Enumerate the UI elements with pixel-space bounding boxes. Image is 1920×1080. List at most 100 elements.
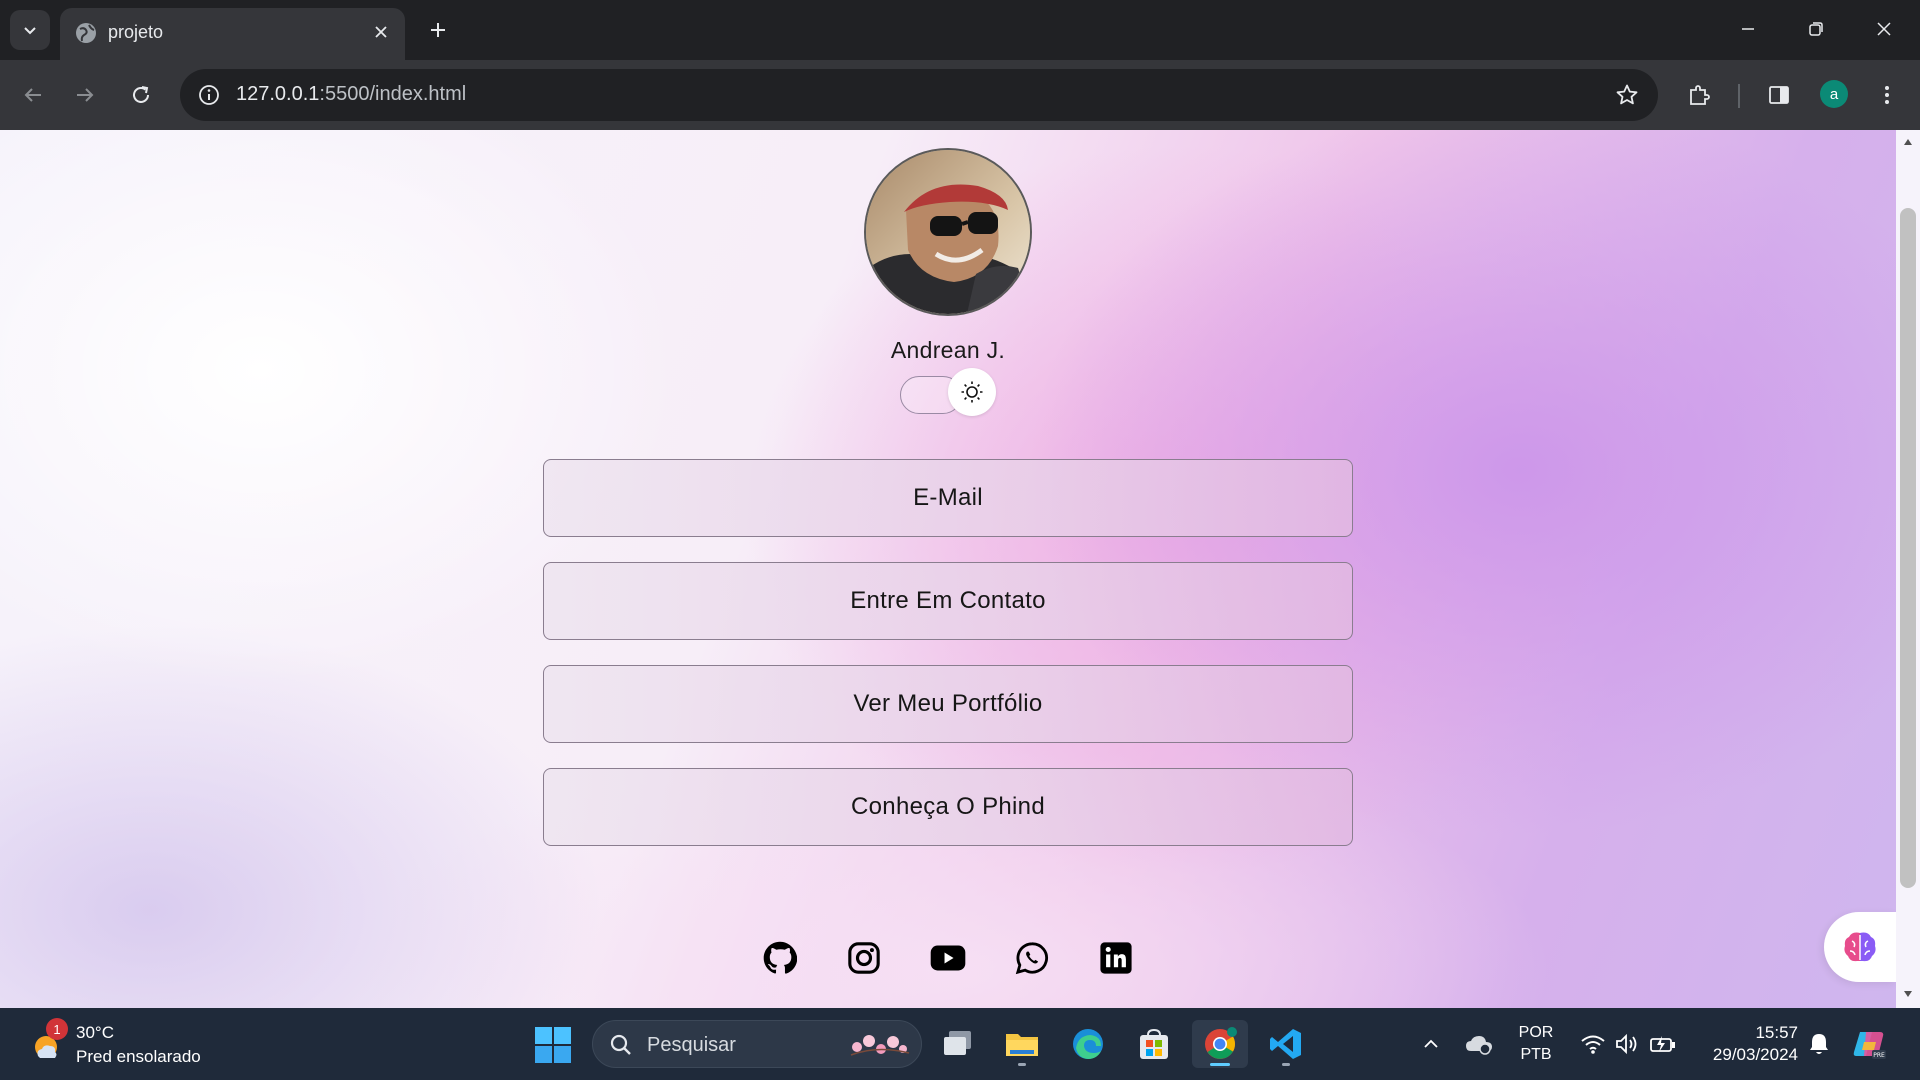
windows-start-icon[interactable] xyxy=(534,1026,572,1064)
url-text[interactable]: 127.0.0.1:5500/index.html xyxy=(236,83,466,106)
app-indicator-active xyxy=(1210,1063,1230,1066)
chevron-up-icon xyxy=(1424,1039,1438,1048)
profile-avatar-button[interactable]: a xyxy=(1820,80,1848,108)
wifi-tray-icon[interactable] xyxy=(1576,1026,1610,1062)
extensions-button[interactable] xyxy=(1678,74,1720,116)
taskbar-chrome[interactable] xyxy=(1192,1020,1248,1068)
language-code: POR xyxy=(1518,1024,1554,1041)
chevron-down-icon xyxy=(24,27,36,35)
youtube-link[interactable] xyxy=(930,940,966,976)
bell-icon xyxy=(1810,1034,1828,1054)
triangle-down-icon xyxy=(1904,991,1912,997)
taskbar-file-explorer[interactable] xyxy=(994,1020,1050,1068)
address-bar[interactable]: 127.0.0.1:5500/index.html xyxy=(180,69,1658,121)
info-icon xyxy=(199,85,219,105)
back-button[interactable] xyxy=(12,74,54,116)
scroll-up-arrow[interactable] xyxy=(1902,136,1914,148)
search-placeholder: Pesquisar xyxy=(647,1034,736,1056)
close-window-button[interactable] xyxy=(1850,0,1918,58)
minimize-icon xyxy=(1742,28,1754,30)
reload-button[interactable] xyxy=(120,74,162,116)
instagram-link[interactable] xyxy=(846,940,882,976)
app-indicator xyxy=(1018,1063,1026,1066)
copilot-button[interactable]: PRE xyxy=(1852,1026,1886,1062)
notifications-button[interactable] xyxy=(1802,1026,1836,1062)
volume-tray-icon[interactable] xyxy=(1610,1026,1644,1062)
taskbar-edge[interactable] xyxy=(1060,1020,1116,1068)
close-icon xyxy=(1877,22,1891,36)
show-hidden-icons-button[interactable] xyxy=(1414,1026,1448,1062)
youtube-icon xyxy=(930,945,966,971)
windows-taskbar: 1 30°C Pred ensolarado Pesquisar POR PTB… xyxy=(0,1008,1920,1080)
brain-icon xyxy=(1844,932,1876,962)
side-panel-button[interactable] xyxy=(1758,74,1800,116)
weather-notification-badge: 1 xyxy=(46,1018,68,1040)
portfolio-link-button[interactable]: Ver Meu Portfólio xyxy=(543,665,1353,743)
search-highlight-flowers-icon xyxy=(850,1035,910,1056)
instagram-icon xyxy=(848,942,880,974)
speaker-icon xyxy=(1616,1033,1637,1055)
taskbar-task-view[interactable] xyxy=(930,1020,986,1068)
arrow-left-icon xyxy=(24,88,41,102)
profile-photo-image xyxy=(866,150,1030,314)
cloud-icon xyxy=(1466,1036,1492,1055)
store-icon xyxy=(1140,1028,1168,1059)
scrollbar-thumb[interactable] xyxy=(1900,208,1916,888)
scroll-down-arrow[interactable] xyxy=(1902,988,1914,1000)
taskbar-search-input[interactable]: Pesquisar xyxy=(592,1020,922,1068)
site-info-button[interactable] xyxy=(192,78,226,112)
wifi-icon xyxy=(1581,1035,1605,1054)
page-viewport: Andrean J. E-Mail Entre Em Contato Ver M… xyxy=(0,130,1896,1008)
whatsapp-icon xyxy=(1015,942,1048,975)
tab-title: projeto xyxy=(108,22,164,42)
taskbar-microsoft-store[interactable] xyxy=(1126,1020,1182,1068)
github-link[interactable] xyxy=(762,940,798,976)
url-path: :5500/index.html xyxy=(319,83,467,105)
close-tab-button[interactable] xyxy=(367,18,395,46)
profile-photo xyxy=(864,148,1032,316)
puzzle-icon xyxy=(1690,85,1710,105)
taskbar-clock[interactable]: 15:57 29/03/2024 xyxy=(1698,1022,1798,1066)
plus-icon xyxy=(431,23,445,37)
copilot-icon: PRE xyxy=(1853,1032,1886,1059)
restore-icon xyxy=(1809,22,1823,36)
browser-tab[interactable]: projeto xyxy=(60,8,405,60)
clock-date: 29/03/2024 xyxy=(1712,1045,1798,1064)
linkedin-link[interactable] xyxy=(1098,940,1134,976)
weather-temperature: 30°C xyxy=(76,1023,114,1042)
sun-icon xyxy=(961,381,983,403)
linkedin-icon xyxy=(1100,942,1132,974)
task-view-icon xyxy=(944,1031,971,1055)
profile-name: Andrean J. xyxy=(890,337,1006,363)
github-icon xyxy=(763,941,797,974)
whatsapp-link[interactable] xyxy=(1014,940,1050,976)
bookmark-button[interactable] xyxy=(1612,80,1642,110)
star-icon xyxy=(1616,84,1638,105)
keyboard-layout: PTB xyxy=(1520,1046,1552,1063)
page-scrollbar[interactable] xyxy=(1896,130,1920,1008)
chrome-menu-button[interactable] xyxy=(1866,74,1908,116)
search-icon xyxy=(610,1034,631,1055)
contact-link-button[interactable]: Entre Em Contato xyxy=(543,562,1353,640)
onedrive-tray-icon[interactable] xyxy=(1462,1026,1496,1062)
folder-icon xyxy=(1006,1034,1038,1056)
phind-link-button[interactable]: Conheça O Phind xyxy=(543,768,1353,846)
toolbar-divider xyxy=(1738,84,1740,108)
forward-button[interactable] xyxy=(64,74,106,116)
theme-toggle-knob[interactable] xyxy=(948,368,996,416)
email-link-button[interactable]: E-Mail xyxy=(543,459,1353,537)
close-icon xyxy=(375,26,387,38)
globe-icon xyxy=(76,23,96,43)
minimize-button[interactable] xyxy=(1714,0,1782,58)
tab-search-button[interactable] xyxy=(10,10,50,50)
weather-description: Pred ensolarado xyxy=(76,1047,201,1066)
chrome-icon xyxy=(1205,1027,1237,1059)
floating-assistant-button[interactable] xyxy=(1824,912,1896,982)
restore-button[interactable] xyxy=(1782,0,1850,58)
battery-tray-icon[interactable] xyxy=(1646,1026,1680,1062)
taskbar-vscode[interactable] xyxy=(1258,1020,1314,1068)
input-language-indicator[interactable]: POR PTB xyxy=(1516,1022,1556,1066)
new-tab-button[interactable] xyxy=(420,12,456,48)
arrow-right-icon xyxy=(77,88,94,102)
app-indicator xyxy=(1282,1063,1290,1066)
